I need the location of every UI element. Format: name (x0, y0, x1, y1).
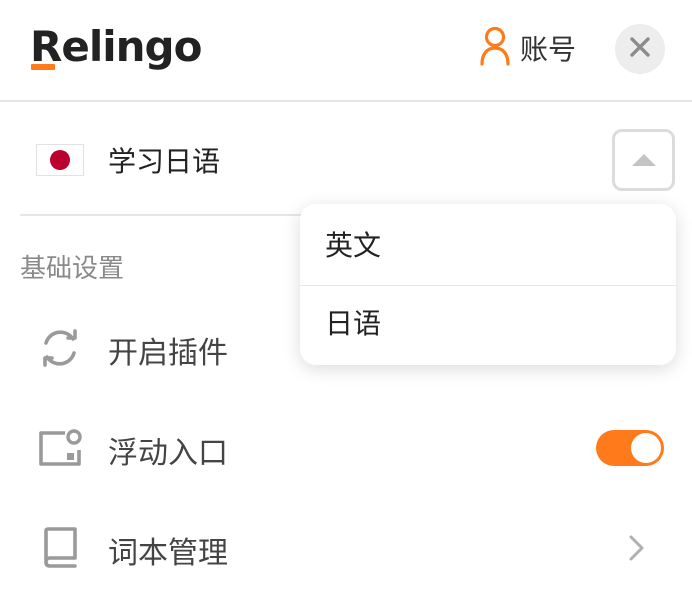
language-option-japanese[interactable]: 日语 (300, 284, 676, 364)
current-language-label: 学习日语 (108, 145, 221, 178)
chevron-right-icon (622, 532, 650, 564)
section-title: 基础设置 (20, 254, 125, 284)
language-dropdown-toggle[interactable] (612, 129, 675, 191)
setting-label: 开启插件 (108, 336, 228, 371)
close-icon (629, 36, 651, 62)
language-option-english[interactable]: 英文 (300, 206, 676, 286)
language-selector[interactable]: 学习日语 (20, 104, 675, 216)
setting-label: 词本管理 (108, 536, 228, 571)
logo: Relingo (30, 22, 202, 71)
language-dropdown-menu: 英文 日语 (300, 204, 676, 365)
japan-flag-icon (36, 144, 84, 176)
caret-up-icon (631, 154, 656, 166)
header: Relingo 账号 (0, 0, 692, 102)
account-button[interactable]: 账号 (480, 26, 577, 70)
settings-panel: Relingo 账号 学习日语 基础设置 开启插件 浮动入口 词本管理 英文 日… (0, 0, 692, 616)
floating-window-icon (36, 424, 84, 472)
logo-accent (31, 64, 55, 70)
toggle-knob (631, 433, 661, 463)
floating-entry-toggle[interactable] (596, 430, 664, 466)
book-icon (36, 524, 84, 572)
setting-label: 浮动入口 (108, 436, 228, 471)
setting-word-book[interactable]: 词本管理 (0, 502, 692, 592)
refresh-icon (36, 324, 84, 372)
close-button[interactable] (615, 24, 665, 74)
account-label: 账号 (520, 33, 577, 66)
user-icon (480, 26, 510, 70)
setting-floating-entry: 浮动入口 (0, 402, 692, 492)
flag-circle (50, 150, 70, 170)
